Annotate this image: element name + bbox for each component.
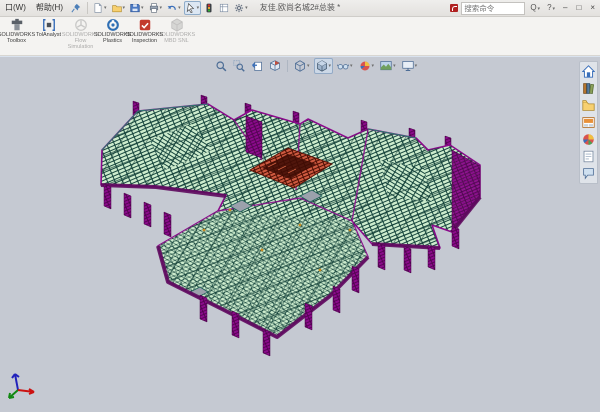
help-button[interactable]: ?▾	[545, 1, 557, 16]
save-button[interactable]: ▾	[128, 1, 146, 15]
close-button[interactable]: ×	[587, 1, 598, 15]
view-orientation-icon[interactable]: ▾	[292, 58, 312, 74]
dropdown-arrow[interactable]: ▾	[123, 5, 126, 11]
title-bar: 口(W) 帮助(H) ▾ ▾ ▾ ▾ ▾ ▾ ▾ 友佳.欧尚名城2#总装 * Q…	[0, 0, 600, 17]
mbd-icon	[170, 18, 184, 32]
display-style-icon[interactable]: ▾	[314, 58, 334, 74]
dropdown-arrow[interactable]: ▾	[415, 63, 418, 69]
solidworks-logo-icon	[450, 4, 458, 12]
ribbon-button-solidworks-plastics[interactable]: SOLIDWORKSPlastics	[97, 18, 128, 44]
file-explorer-icon[interactable]	[582, 99, 595, 112]
appearances-scenes-icon[interactable]	[582, 133, 595, 146]
dropdown-arrow[interactable]: ▾	[178, 5, 181, 11]
plastics-icon	[106, 18, 120, 32]
view-settings-icon[interactable]: ▾	[400, 58, 420, 74]
ribbon-button-solidworks-inspection[interactable]: SOLIDWORKSInspection	[129, 18, 160, 44]
rebuild-button[interactable]	[202, 1, 216, 15]
dropdown-arrow[interactable]: ▾	[393, 63, 396, 69]
zoom-to-fit-icon[interactable]	[213, 58, 229, 74]
solidworks-forum-icon[interactable]	[582, 167, 595, 180]
solidworks-resources-icon[interactable]	[582, 65, 595, 78]
dropdown-arrow[interactable]: ▾	[197, 5, 200, 11]
dropdown-arrow[interactable]: ▾	[372, 63, 375, 69]
deck-panel-patches	[101, 104, 480, 337]
undo-button[interactable]: ▾	[165, 1, 183, 15]
dropdown-arrow[interactable]: ▾	[245, 5, 248, 11]
edit-appearance-icon[interactable]: ▾	[357, 58, 377, 74]
formwork-assembly-model[interactable]	[0, 57, 600, 412]
inspection-icon	[138, 18, 152, 32]
view-palette-icon[interactable]	[582, 116, 595, 129]
search-magnifier-button[interactable]: Q▾	[528, 1, 542, 16]
flow-simulation-icon	[74, 18, 88, 32]
section-view-icon[interactable]	[267, 58, 283, 74]
toolbar-separator	[287, 60, 288, 72]
file-properties-button[interactable]	[217, 1, 231, 15]
task-pane-tabs	[579, 61, 598, 184]
toolbox-icon	[10, 18, 24, 32]
custom-properties-icon[interactable]	[582, 150, 595, 163]
dropdown-arrow[interactable]: ▾	[160, 5, 163, 11]
search-input[interactable]	[464, 4, 522, 13]
new-document-button[interactable]: ▾	[91, 1, 109, 15]
zoom-to-area-icon[interactable]	[231, 58, 247, 74]
menu-help[interactable]: 帮助(H)	[31, 0, 68, 16]
open-button[interactable]: ▾	[110, 1, 128, 15]
options-button[interactable]: ▾	[232, 1, 250, 15]
command-search[interactable]	[461, 2, 525, 15]
headsup-view-toolbar: ▾ ▾ ▾ ▾ ▾ ▾	[213, 58, 419, 74]
quick-access-toolbar: ▾ ▾ ▾ ▾ ▾ ▾ ▾	[91, 1, 250, 15]
command-manager-ribbon: SOLIDWORKSToolbox TolAnalyst SOLIDWORKSF…	[0, 16, 600, 56]
dropdown-arrow[interactable]: ▾	[329, 63, 332, 69]
dropdown-arrow[interactable]: ▾	[307, 63, 310, 69]
ribbon-button-tolanalyst[interactable]: TolAnalyst	[33, 18, 64, 38]
dropdown-arrow[interactable]: ▾	[350, 63, 353, 69]
restore-button[interactable]: □	[573, 1, 584, 15]
graphics-area[interactable]: ▾ ▾ ▾ ▾ ▾ ▾	[0, 57, 600, 412]
pin-menu-icon[interactable]	[71, 3, 81, 13]
reference-triad	[4, 368, 44, 402]
previous-view-icon[interactable]	[249, 58, 265, 74]
tolanalyst-icon	[42, 18, 56, 32]
hide-show-items-icon[interactable]: ▾	[335, 58, 355, 74]
ribbon-button-solidworks-flow-simulation: SOLIDWORKSFlowSimulation	[65, 18, 96, 50]
titlebar-right-cluster: Q▾ ?▾ – □ ×	[450, 1, 598, 15]
minimize-button[interactable]: –	[560, 1, 570, 15]
ribbon-button-solidworks-mbd-snl: SOLIDWORKSMBD SNL	[161, 18, 192, 44]
design-library-icon[interactable]	[582, 82, 595, 95]
ribbon-button-solidworks-toolbox[interactable]: SOLIDWORKSToolbox	[1, 18, 32, 44]
apply-scene-icon[interactable]: ▾	[378, 58, 398, 74]
select-button[interactable]: ▾	[184, 1, 202, 15]
dropdown-arrow[interactable]: ▾	[104, 5, 107, 11]
toolbar-separator	[87, 2, 88, 14]
dropdown-arrow[interactable]: ▾	[141, 5, 144, 11]
menu-window[interactable]: 口(W)	[0, 0, 31, 16]
tower-wall	[246, 116, 262, 158]
print-button[interactable]: ▾	[147, 1, 165, 15]
